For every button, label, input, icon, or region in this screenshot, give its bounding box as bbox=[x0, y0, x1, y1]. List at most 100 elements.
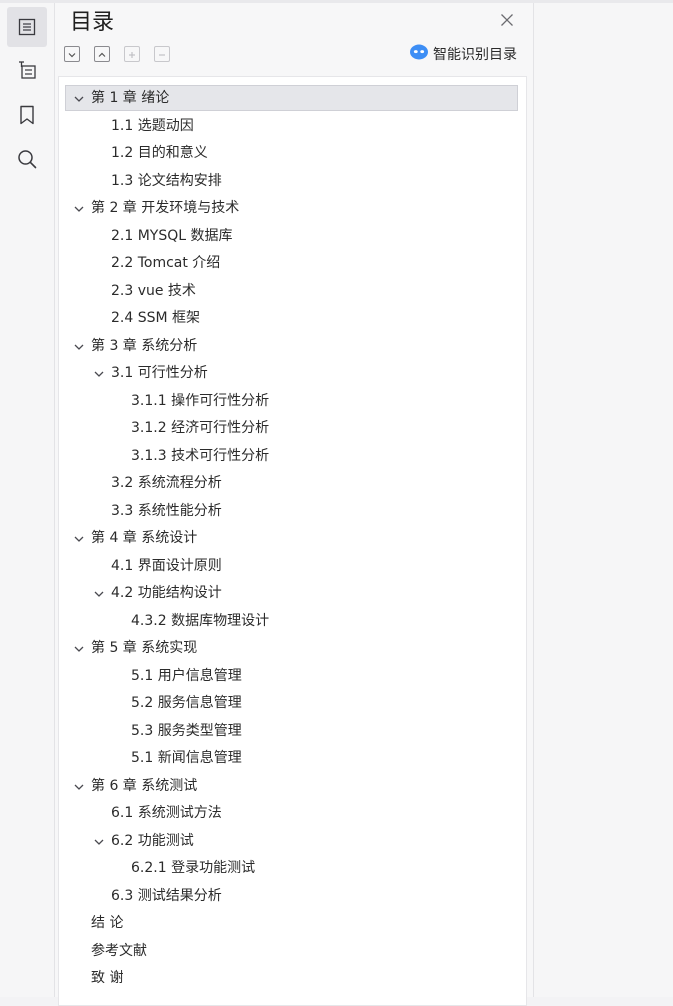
toc-item-label: 4.2 功能结构设计 bbox=[111, 585, 222, 601]
remove-entry-button[interactable] bbox=[154, 46, 170, 62]
toc-item-label: 1.3 论文结构安排 bbox=[111, 172, 222, 189]
toc-item-label: 2.3 vue 技术 bbox=[111, 282, 196, 299]
toc-item[interactable]: 1.3 论文结构安排 bbox=[59, 168, 526, 196]
toc-item[interactable]: 4.1 界面设计原则 bbox=[59, 553, 526, 581]
collapse-all-button[interactable] bbox=[64, 46, 80, 62]
toc-item[interactable]: 4.2 功能结构设计 bbox=[59, 580, 526, 608]
toc-item-label: 1.2 目的和意义 bbox=[111, 145, 208, 161]
toc-item-label: 第 4 章 系统设计 bbox=[91, 530, 198, 546]
panel-title: 目录 bbox=[70, 10, 115, 35]
smart-toc-button[interactable]: 智能识别目录 bbox=[409, 43, 517, 65]
close-icon bbox=[500, 12, 514, 31]
outline-icon bbox=[16, 59, 38, 81]
toc-panel: 目录 智能识别目录 第 1 章 绪论 1.1 选题动因 1.2 目的和意义 1.… bbox=[55, 3, 534, 1006]
chevron-down-icon[interactable] bbox=[73, 341, 85, 353]
toc-list: 第 1 章 绪论 1.1 选题动因 1.2 目的和意义 1.3 论文结构安排第 2 章… bbox=[59, 85, 526, 993]
toc-item[interactable]: 3.2 系统流程分析 bbox=[59, 470, 526, 498]
toc-item-label: 结 论 bbox=[91, 915, 124, 931]
chevron-down-icon[interactable] bbox=[93, 368, 105, 380]
chevron-down-icon[interactable] bbox=[73, 93, 85, 105]
toc-item[interactable]: 5.3 服务类型管理 bbox=[59, 718, 526, 746]
toc-item[interactable]: 致 谢 bbox=[59, 965, 526, 993]
toc-item[interactable]: 2.2 Tomcat 介绍 bbox=[59, 250, 526, 278]
toc-item[interactable]: 3.3 系统性能分析 bbox=[59, 498, 526, 526]
toc-item[interactable]: 2.3 vue 技术 bbox=[59, 278, 526, 306]
chevron-down-icon[interactable] bbox=[93, 588, 105, 600]
toc-item[interactable]: 1.1 选题动因 bbox=[59, 113, 526, 141]
toc-item-label: 3.1.1 操作可行性分析 bbox=[131, 392, 270, 409]
toc-item[interactable]: 6.1 系统测试方法 bbox=[59, 800, 526, 828]
toc-item[interactable]: 1.2 目的和意义 bbox=[59, 140, 526, 168]
toc-item-label: 第 5 章 系统实现 bbox=[91, 640, 198, 656]
toc-item[interactable]: 6.2 功能测试 bbox=[59, 828, 526, 856]
toc-item-label: 第 3 章 系统分析 bbox=[91, 337, 198, 354]
toc-item-label: 5.1 用户信息管理 bbox=[131, 667, 242, 684]
toc-item-label: 4.3.2 数据库物理设计 bbox=[131, 612, 270, 629]
toc-item-label: 3.1 可行性分析 bbox=[111, 365, 208, 381]
chevron-down-icon[interactable] bbox=[73, 533, 85, 545]
document-area bbox=[534, 3, 673, 997]
toc-item-label: 3.1.3 技术可行性分析 bbox=[131, 447, 270, 464]
toc-icon bbox=[17, 17, 37, 37]
toc-item-label: 第 1 章 绪论 bbox=[91, 90, 170, 106]
toc-item-label: 5.3 服务类型管理 bbox=[131, 722, 242, 739]
bookmark-icon bbox=[17, 104, 37, 126]
toc-item[interactable]: 2.1 MYSQL 数据库 bbox=[59, 223, 526, 251]
chevron-up-icon bbox=[97, 45, 107, 64]
toc-tree: 第 1 章 绪论 1.1 选题动因 1.2 目的和意义 1.3 论文结构安排第 2 章… bbox=[58, 76, 527, 1006]
toc-item[interactable]: 第 1 章 绪论 bbox=[59, 85, 526, 113]
toc-item[interactable]: 3.1.3 技术可行性分析 bbox=[59, 443, 526, 471]
rail-bookmark-button[interactable] bbox=[7, 95, 47, 135]
toc-item-label: 2.1 MYSQL 数据库 bbox=[111, 227, 233, 244]
toc-item-label: 3.2 系统流程分析 bbox=[111, 475, 222, 491]
toc-item[interactable]: 5.1 用户信息管理 bbox=[59, 663, 526, 691]
plus-icon bbox=[127, 45, 137, 64]
toc-item[interactable]: 6.3 测试结果分析 bbox=[59, 883, 526, 911]
chevron-down-icon[interactable] bbox=[93, 836, 105, 848]
toc-item[interactable]: 第 2 章 开发环境与技术 bbox=[59, 195, 526, 223]
toc-item[interactable]: 4.3.2 数据库物理设计 bbox=[59, 608, 526, 636]
toc-item[interactable]: 3.1.1 操作可行性分析 bbox=[59, 388, 526, 416]
toc-item[interactable]: 结 论 bbox=[59, 910, 526, 938]
add-entry-button[interactable] bbox=[124, 46, 140, 62]
toc-item-label: 6.2 功能测试 bbox=[111, 832, 194, 849]
minus-icon bbox=[157, 45, 167, 64]
chevron-down-icon[interactable] bbox=[73, 203, 85, 215]
toc-item-label: 3.1.2 经济可行性分析 bbox=[131, 420, 270, 436]
toc-item-label: 5.1 新闻信息管理 bbox=[131, 750, 242, 766]
toc-item-label: 参考文献 bbox=[91, 942, 147, 959]
toc-item-label: 4.1 界面设计原则 bbox=[111, 557, 222, 574]
toc-item-label: 致 谢 bbox=[91, 970, 124, 986]
toc-item-label: 5.2 服务信息管理 bbox=[131, 695, 242, 711]
toc-item[interactable]: 3.1 可行性分析 bbox=[59, 360, 526, 388]
toc-item[interactable]: 2.4 SSM 框架 bbox=[59, 305, 526, 333]
chevron-down-icon[interactable] bbox=[73, 781, 85, 793]
toc-item[interactable]: 第 3 章 系统分析 bbox=[59, 333, 526, 361]
chevron-down-icon[interactable] bbox=[73, 643, 85, 655]
chevron-down-icon bbox=[67, 45, 77, 64]
rail-toc-button[interactable] bbox=[7, 7, 47, 47]
rail-search-button[interactable] bbox=[7, 139, 47, 179]
toc-item-label: 6.2.1 登录功能测试 bbox=[131, 860, 256, 876]
toc-item-label: 6.3 测试结果分析 bbox=[111, 887, 222, 904]
toc-item-label: 1.1 选题动因 bbox=[111, 117, 194, 134]
expand-all-button[interactable] bbox=[94, 46, 110, 62]
toc-item[interactable]: 第 4 章 系统设计 bbox=[59, 525, 526, 553]
smart-toc-label: 智能识别目录 bbox=[433, 47, 517, 63]
toc-item[interactable]: 6.2.1 登录功能测试 bbox=[59, 855, 526, 883]
sidebar-rail bbox=[0, 3, 55, 997]
ai-assistant-icon bbox=[409, 43, 429, 65]
toc-item[interactable]: 参考文献 bbox=[59, 938, 526, 966]
search-icon bbox=[16, 148, 38, 170]
toc-item-label: 第 6 章 系统测试 bbox=[91, 777, 198, 794]
rail-outline-button[interactable] bbox=[7, 50, 47, 90]
toc-item-label: 2.4 SSM 框架 bbox=[111, 310, 201, 326]
toc-item[interactable]: 5.2 服务信息管理 bbox=[59, 690, 526, 718]
toc-item[interactable]: 第 5 章 系统实现 bbox=[59, 635, 526, 663]
toc-item-label: 2.2 Tomcat 介绍 bbox=[111, 255, 221, 271]
toc-item-label: 6.1 系统测试方法 bbox=[111, 805, 222, 821]
toc-item[interactable]: 第 6 章 系统测试 bbox=[59, 773, 526, 801]
toc-item[interactable]: 3.1.2 经济可行性分析 bbox=[59, 415, 526, 443]
close-button[interactable] bbox=[496, 10, 518, 32]
toc-item[interactable]: 5.1 新闻信息管理 bbox=[59, 745, 526, 773]
